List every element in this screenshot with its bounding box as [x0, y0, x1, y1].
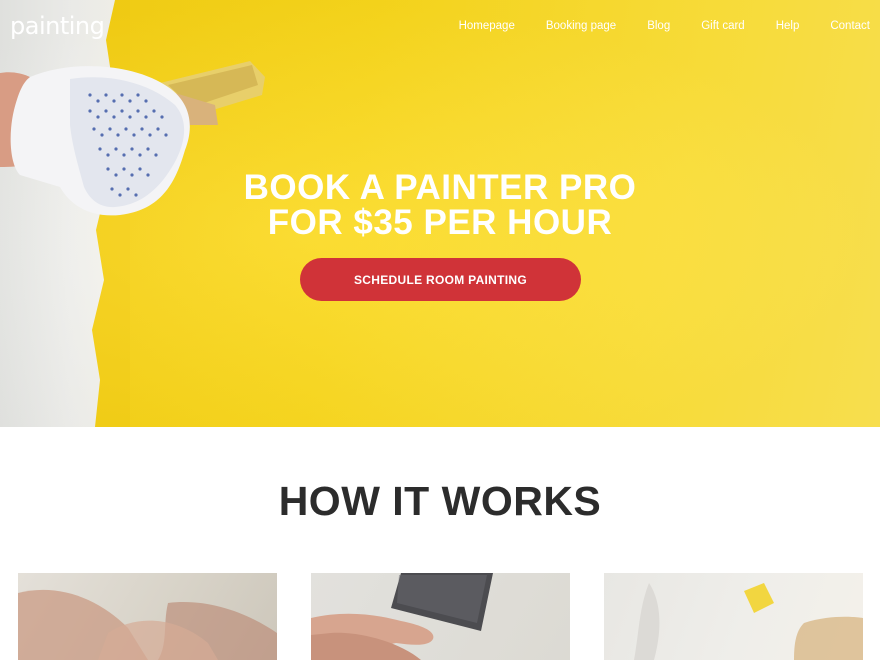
nav-item-homepage[interactable]: Homepage	[459, 20, 515, 32]
logo[interactable]: painting	[10, 12, 105, 40]
nav-item-booking-page[interactable]: Booking page	[546, 20, 616, 32]
how-it-works-card-painting	[604, 573, 863, 660]
how-it-works-heading: HOW IT WORKS	[278, 478, 602, 524]
hero-title: BOOK A PAINTER PRO FOR $35 PER HOUR	[0, 170, 880, 240]
credit-card-image	[311, 573, 493, 660]
nav-item-help[interactable]: Help	[776, 20, 800, 32]
painting-wall-image	[634, 583, 863, 660]
schedule-room-painting-button[interactable]: SCHEDULE ROOM PAINTING	[300, 258, 581, 301]
how-it-works-card-handshake	[18, 573, 277, 660]
nav-item-contact[interactable]: Contact	[830, 20, 870, 32]
handshake-image	[18, 589, 277, 660]
nav-item-blog[interactable]: Blog	[647, 20, 670, 32]
how-it-works-card-payment	[311, 573, 570, 660]
hero-banner: painting Homepage Booking page Blog Gift…	[0, 0, 880, 427]
main-nav: Homepage Booking page Blog Gift card Hel…	[459, 20, 880, 32]
hero-title-line1: BOOK A PAINTER PRO	[243, 168, 637, 207]
hero-title-line2: FOR $35 PER HOUR	[267, 203, 613, 242]
nav-item-gift-card[interactable]: Gift card	[701, 20, 744, 32]
